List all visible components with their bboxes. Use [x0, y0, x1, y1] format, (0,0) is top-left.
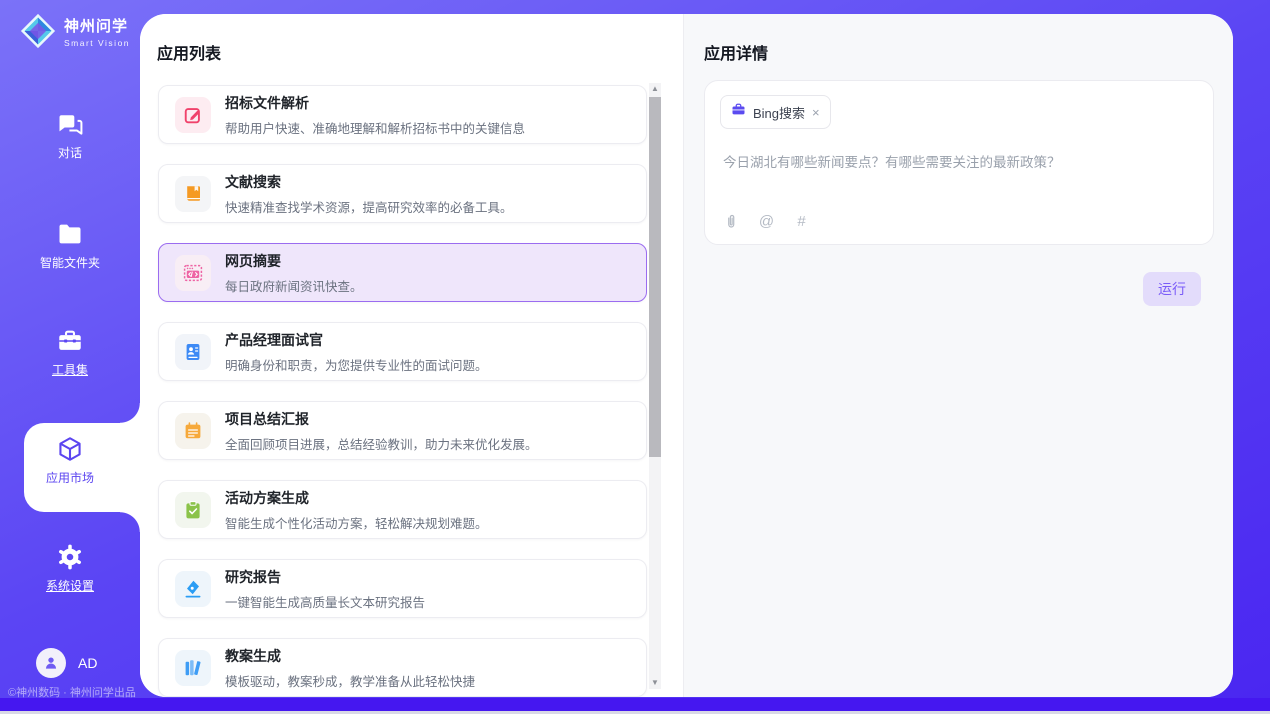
app-card-title: 项目总结汇报	[225, 409, 538, 429]
app-detail-title: 应用详情	[704, 40, 768, 64]
brand-subtitle: Smart Vision	[64, 38, 130, 48]
pen-icon	[175, 571, 211, 607]
app-card[interactable]: 教案生成 模板驱动，教案秒成，教学准备从此轻松快捷	[158, 638, 647, 697]
cube-icon	[56, 435, 84, 463]
app-card-list: 招标文件解析 帮助用户快速、准确地理解和解析招标书中的关键信息 文献搜索 快速精…	[158, 85, 647, 697]
at-icon[interactable]: @	[758, 213, 775, 230]
app-card-description: 明确身份和职责，为您提供专业性的面试问题。	[225, 355, 488, 374]
scrollbar-thumb[interactable]	[649, 97, 661, 457]
app-card[interactable]: 网页摘要 每日政府新闻资讯快查。	[158, 243, 647, 302]
scroll-down-icon[interactable]: ▼	[649, 677, 661, 689]
sidebar-item-gear[interactable]: 系统设置	[0, 543, 140, 609]
content-area: 应用列表 招标文件解析 帮助用户快速、准确地理解和解析招标书中的关键信息 文献搜…	[140, 14, 1233, 697]
app-card[interactable]: 产品经理面试官 明确身份和职责，为您提供专业性的面试问题。	[158, 322, 647, 381]
person-icon	[42, 654, 60, 672]
sidebar: 神州问学 Smart Vision 对话 智能文件夹 工具集 应用市场 系统设置	[0, 0, 140, 698]
app-card-description: 模板驱动，教案秒成，教学准备从此轻松快捷	[225, 671, 475, 690]
sidebar-item-label: 对话	[58, 144, 82, 161]
app-card-description: 每日政府新闻资讯快查。	[225, 276, 363, 295]
app-card-description: 智能生成个性化活动方案，轻松解决规划难题。	[225, 513, 488, 532]
app-frame: 神州问学 Smart Vision 对话 智能文件夹 工具集 应用市场 系统设置	[0, 0, 1270, 711]
app-card-title: 活动方案生成	[225, 488, 488, 508]
sidebar-item-cube[interactable]: 应用市场	[0, 435, 140, 501]
sidebar-item-folder[interactable]: 智能文件夹	[0, 220, 140, 286]
toolbox-icon	[56, 327, 84, 355]
tool-tag-label: Bing搜索	[753, 103, 805, 122]
person-document-icon	[175, 334, 211, 370]
close-icon[interactable]: ×	[812, 106, 820, 119]
app-card-title: 文献搜索	[225, 172, 513, 192]
brand-name: 神州问学	[64, 15, 130, 36]
sidebar-item-label: 应用市场	[46, 469, 94, 486]
app-card[interactable]: 研究报告 一键智能生成高质量长文本研究报告	[158, 559, 647, 618]
sidebar-item-label: 智能文件夹	[40, 254, 100, 271]
app-card-title: 网页摘要	[225, 251, 363, 271]
user-row[interactable]: AD	[36, 648, 97, 678]
app-card-title: 研究报告	[225, 567, 425, 587]
note-icon	[175, 413, 211, 449]
app-card-title: 招标文件解析	[225, 93, 525, 113]
briefcase-icon	[731, 102, 746, 122]
bottom-accent-bar	[0, 698, 1270, 711]
scrollbar[interactable]: ▲ ▼	[649, 83, 661, 689]
books-icon	[175, 650, 211, 686]
sidebar-item-chat[interactable]: 对话	[0, 110, 140, 176]
brand-diamond-icon	[20, 13, 56, 49]
avatar[interactable]	[36, 648, 66, 678]
run-button[interactable]: 运行	[1143, 272, 1201, 306]
app-card-description: 一键智能生成高质量长文本研究报告	[225, 592, 425, 611]
book-icon	[175, 176, 211, 212]
app-list-panel: 应用列表 招标文件解析 帮助用户快速、准确地理解和解析招标书中的关键信息 文献搜…	[140, 14, 683, 697]
scroll-up-icon[interactable]: ▲	[649, 83, 661, 95]
folder-icon	[56, 220, 84, 248]
app-card[interactable]: 活动方案生成 智能生成个性化活动方案，轻松解决规划难题。	[158, 480, 647, 539]
app-detail-panel: 应用详情 Bing搜索 × 今日湖北有哪些新闻要点？有哪些需要关注的最新政策？ …	[683, 14, 1233, 697]
sidebar-item-label: 系统设置	[46, 577, 94, 594]
prompt-input[interactable]: 今日湖北有哪些新闻要点？有哪些需要关注的最新政策？	[723, 151, 1195, 171]
app-card-description: 帮助用户快速、准确地理解和解析招标书中的关键信息	[225, 118, 525, 137]
chat-icon	[56, 110, 84, 138]
sidebar-item-toolbox[interactable]: 工具集	[0, 327, 140, 393]
app-list-title: 应用列表	[157, 40, 221, 64]
paperclip-icon[interactable]	[723, 213, 740, 230]
gear-icon	[56, 543, 84, 571]
app-card-title: 产品经理面试官	[225, 330, 488, 350]
browser-code-icon	[175, 255, 211, 291]
edit-document-icon	[175, 97, 211, 133]
prompt-composer: Bing搜索 × 今日湖北有哪些新闻要点？有哪些需要关注的最新政策？ @#	[704, 80, 1214, 245]
tool-tag-bing-search[interactable]: Bing搜索 ×	[720, 95, 831, 129]
app-card[interactable]: 文献搜索 快速精准查找学术资源，提高研究效率的必备工具。	[158, 164, 647, 223]
app-card[interactable]: 招标文件解析 帮助用户快速、准确地理解和解析招标书中的关键信息	[158, 85, 647, 144]
brand: 神州问学 Smart Vision	[20, 13, 130, 49]
app-card-description: 全面回顾项目进展，总结经验教训，助力未来优化发展。	[225, 434, 538, 453]
composer-toolbar: @#	[723, 213, 810, 230]
clipboard-check-icon	[175, 492, 211, 528]
app-card-description: 快速精准查找学术资源，提高研究效率的必备工具。	[225, 197, 513, 216]
hash-icon[interactable]: #	[793, 213, 810, 230]
app-card[interactable]: 项目总结汇报 全面回顾项目进展，总结经验教训，助力未来优化发展。	[158, 401, 647, 460]
user-initials: AD	[78, 655, 97, 671]
app-card-title: 教案生成	[225, 646, 475, 666]
sidebar-item-label: 工具集	[52, 361, 88, 378]
